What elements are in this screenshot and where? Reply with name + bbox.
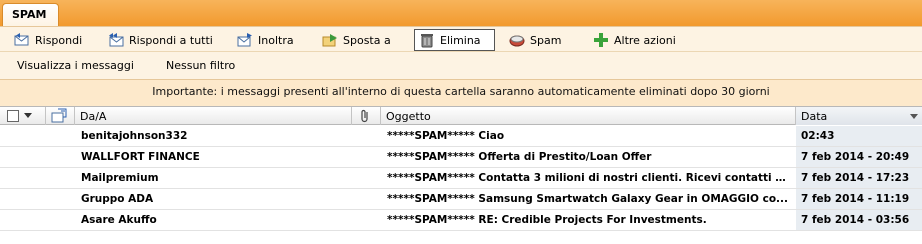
paperclip-icon xyxy=(361,109,368,123)
auto-delete-notice: Importante: i messaggi presenti all'inte… xyxy=(0,79,922,106)
filter-menu[interactable]: Nessun filtro xyxy=(166,59,235,72)
more-actions-label: Altre azioni xyxy=(614,33,676,47)
folder-tab-spam[interactable]: SPAM xyxy=(2,3,59,27)
reply-icon xyxy=(14,32,30,48)
reply-all-button[interactable]: Rispondi a tutti xyxy=(104,29,217,51)
message-subject: *****SPAM***** Samsung Smartwatch Galaxy… xyxy=(387,193,789,205)
attachment-column[interactable] xyxy=(352,107,381,125)
spam-button[interactable]: Spam xyxy=(505,29,565,51)
forward-button[interactable]: Inoltra xyxy=(233,29,298,51)
spam-can-icon xyxy=(509,32,525,48)
forward-label: Inoltra xyxy=(258,33,294,47)
message-subject: *****SPAM***** RE: Credible Projects For… xyxy=(387,214,707,226)
message-row[interactable]: Mailpremium *****SPAM***** Contatta 3 mil… xyxy=(0,168,922,189)
message-list-header: Da/A Oggetto Data xyxy=(0,106,922,125)
view-filter-bar: Visualizza i messaggi Nessun filtro xyxy=(0,51,922,79)
message-date: 7 feb 2014 - 03:56 xyxy=(801,214,910,226)
message-subject: *****SPAM***** Contatta 3 milioni di nos… xyxy=(387,172,792,184)
delete-button[interactable]: Elimina xyxy=(414,29,495,51)
message-date: 7 feb 2014 - 17:23 xyxy=(801,172,910,184)
spam-label: Spam xyxy=(530,33,562,47)
trash-icon xyxy=(419,32,435,48)
top-band xyxy=(0,0,922,26)
message-row[interactable]: benitajohnson332 *****SPAM***** Ciao 02:43 xyxy=(0,126,922,147)
account-sort-icon xyxy=(51,108,67,123)
message-row[interactable]: Asare Akuffo *****SPAM***** RE: Credible … xyxy=(0,210,922,231)
message-toolbar: Rispondi Rispondi a tutti Inoltra Sposta… xyxy=(0,26,922,51)
message-sender: Mailpremium xyxy=(81,172,159,184)
message-sender: benitajohnson332 xyxy=(81,130,188,142)
reply-button[interactable]: Rispondi xyxy=(10,29,86,51)
message-row[interactable]: Gruppo ADA *****SPAM***** Samsung Smartwa… xyxy=(0,189,922,210)
message-date: 7 feb 2014 - 11:19 xyxy=(801,193,910,205)
message-sender: Gruppo ADA xyxy=(81,193,154,205)
move-to-button[interactable]: Sposta a xyxy=(318,29,395,51)
message-subject: *****SPAM***** Offerta di Prestito/Loan … xyxy=(387,151,652,163)
reply-label: Rispondi xyxy=(35,33,83,47)
select-all-column[interactable] xyxy=(0,107,46,125)
forward-icon xyxy=(237,32,253,48)
reply-all-icon xyxy=(108,32,124,48)
message-subject: *****SPAM***** Ciao xyxy=(387,130,505,142)
move-to-label: Sposta a xyxy=(343,33,391,47)
message-sender: WALLFORT FINANCE xyxy=(81,151,200,163)
account-column[interactable] xyxy=(46,107,75,125)
message-sender: Asare Akuffo xyxy=(81,214,157,226)
delete-label: Elimina xyxy=(440,33,481,47)
from-column-header[interactable]: Da/A xyxy=(75,107,352,125)
reply-all-label: Rispondi a tutti xyxy=(129,33,213,47)
sort-desc-icon xyxy=(910,114,918,119)
message-date: 7 feb 2014 - 20:49 xyxy=(801,151,910,163)
date-column-label: Data xyxy=(801,110,828,123)
subject-column-header[interactable]: Oggetto xyxy=(381,107,796,125)
message-row[interactable]: WALLFORT FINANCE *****SPAM***** Offerta d… xyxy=(0,147,922,168)
more-actions-button[interactable]: Altre azioni xyxy=(589,29,680,51)
move-folder-icon xyxy=(322,32,338,48)
view-messages-menu[interactable]: Visualizza i messaggi xyxy=(17,59,134,72)
plus-icon xyxy=(593,32,609,48)
message-date: 02:43 xyxy=(801,130,835,142)
select-all-checkbox-icon[interactable] xyxy=(6,109,40,123)
date-column-header[interactable]: Data xyxy=(796,107,922,125)
